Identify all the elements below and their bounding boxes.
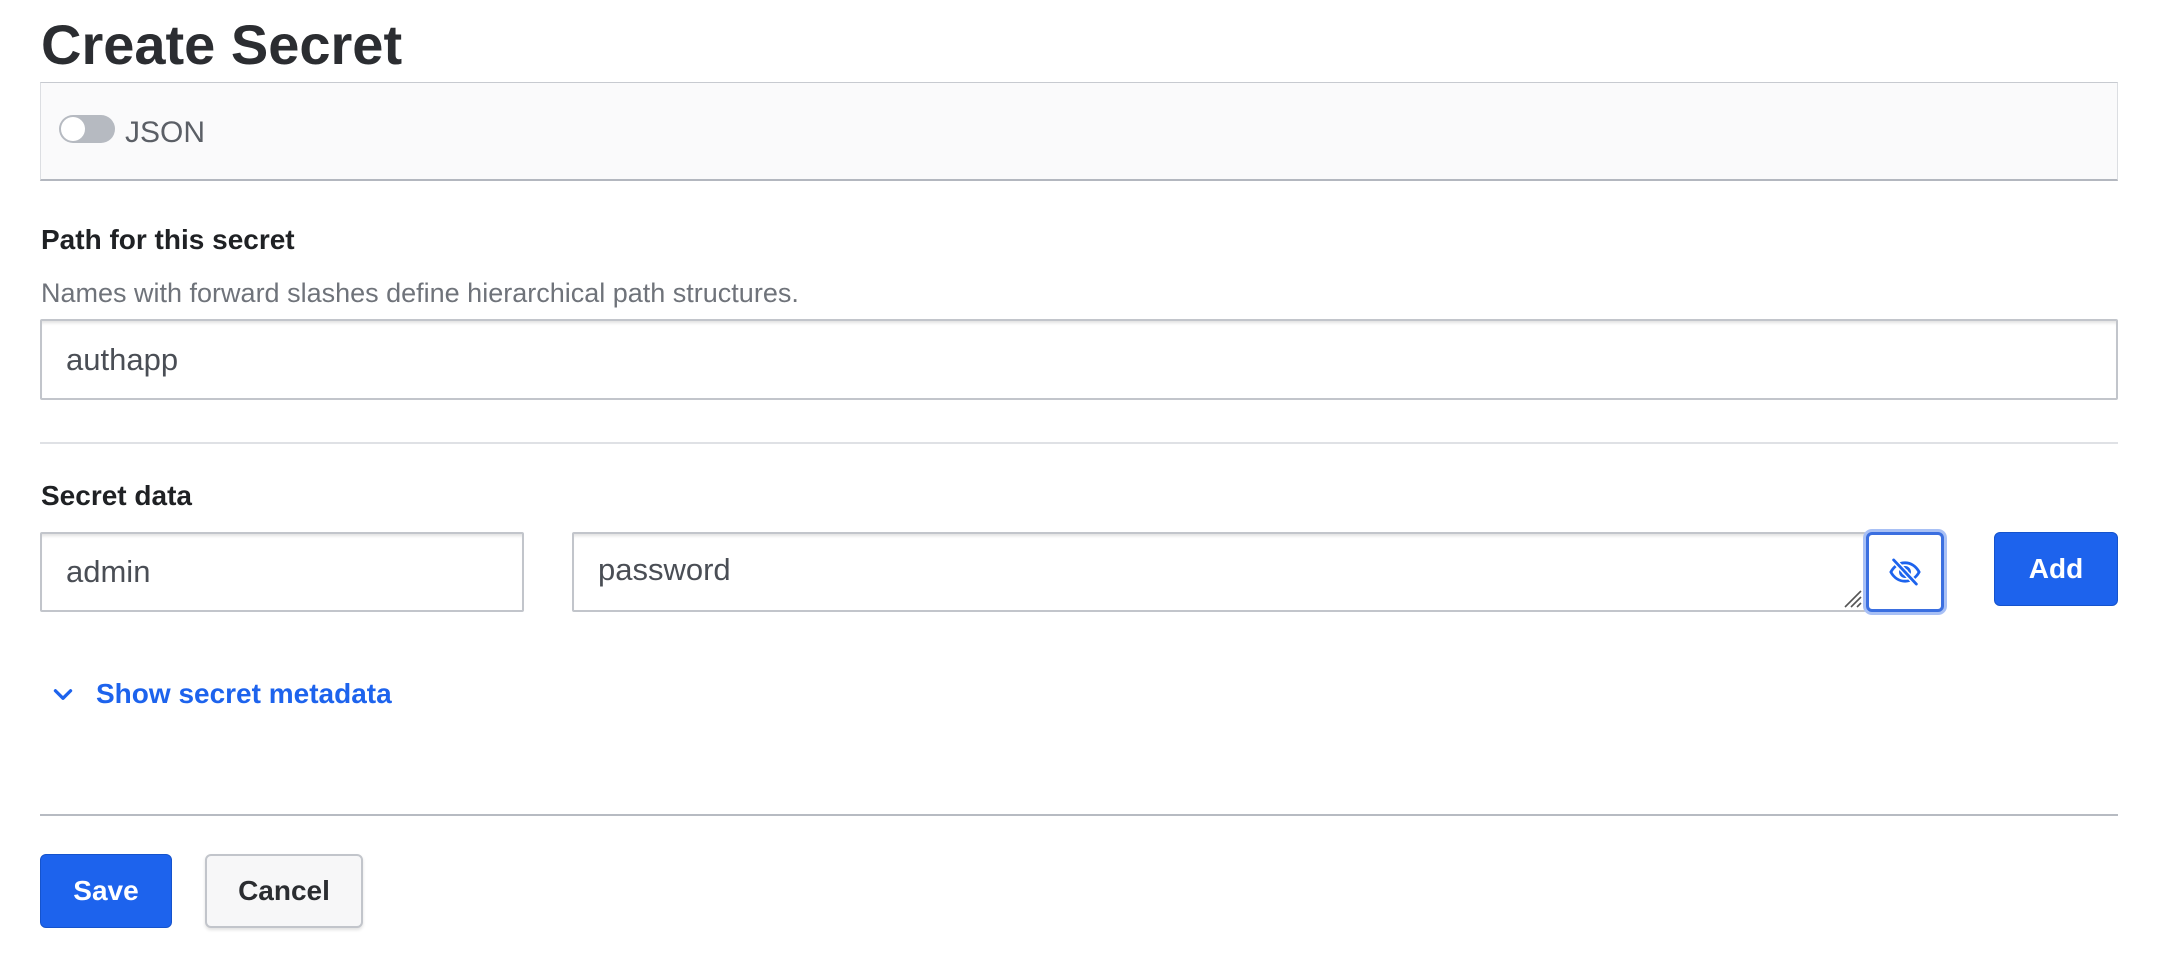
secret-value-text: password — [598, 552, 731, 587]
eye-slash-icon — [1889, 558, 1921, 586]
show-metadata-toggle[interactable]: Show secret metadata — [50, 676, 392, 712]
path-input-value: authapp — [66, 341, 179, 377]
footer-divider — [40, 814, 2118, 816]
secret-key-value: admin — [66, 554, 151, 589]
cancel-button[interactable]: Cancel — [205, 854, 363, 928]
secret-key-input[interactable]: admin — [40, 532, 524, 612]
secret-data-label: Secret data — [41, 480, 192, 511]
create-secret-page: Create Secret JSON Path for this secret … — [0, 0, 2158, 966]
page-title: Create Secret — [41, 13, 403, 76]
save-button[interactable]: Save — [40, 854, 172, 928]
add-button[interactable]: Add — [1994, 532, 2118, 606]
resize-handle-icon[interactable] — [1840, 586, 1862, 608]
json-toggle-label: JSON — [125, 116, 206, 149]
secret-value-input[interactable]: password — [572, 532, 1866, 612]
path-label: Path for this secret — [41, 224, 295, 255]
section-divider — [40, 442, 2118, 444]
json-toggle-bar: JSON — [40, 82, 2118, 181]
path-help-text: Names with forward slashes define hierar… — [41, 278, 799, 308]
toggle-visibility-button[interactable] — [1866, 532, 1944, 612]
json-toggle-switch[interactable] — [59, 115, 115, 143]
path-input[interactable]: authapp — [40, 319, 2118, 400]
show-metadata-label: Show secret metadata — [96, 678, 392, 709]
chevron-down-icon — [53, 689, 73, 700]
toggle-knob — [61, 117, 85, 141]
